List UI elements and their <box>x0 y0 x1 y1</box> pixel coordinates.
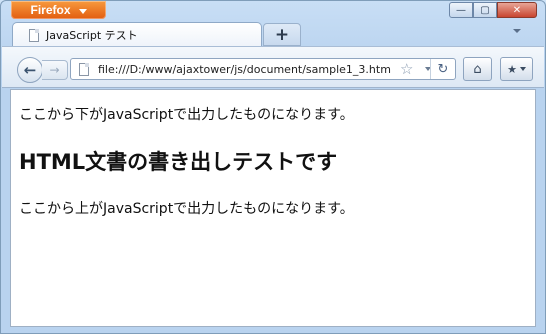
chevron-down-icon <box>519 67 526 71</box>
bookmarks-icon: ★ <box>507 62 517 76</box>
bookmarks-menu-button[interactable]: ★ <box>500 57 533 81</box>
bookmark-star-icon[interactable]: ☆ <box>400 60 413 78</box>
reload-button[interactable]: ↻ <box>430 59 455 79</box>
maximize-button[interactable]: ▢ <box>473 2 497 18</box>
tab-javascript-test[interactable]: JavaScript テスト <box>12 22 262 47</box>
tab-list-chevron-icon[interactable] <box>513 29 521 33</box>
plus-icon: + <box>274 24 290 45</box>
back-button[interactable]: ← <box>17 57 43 83</box>
maximize-icon: ▢ <box>480 4 490 16</box>
output-line-before: ここから下がJavaScriptで出力したものになります。 <box>19 107 354 123</box>
page-heading: HTML文書の書き出しテストです <box>19 150 338 174</box>
url-text[interactable]: file:///D:/www/ajaxtower/js/document/sam… <box>98 63 398 76</box>
url-bar[interactable]: file:///D:/www/ajaxtower/js/document/sam… <box>70 58 456 80</box>
forward-button[interactable]: → <box>42 60 68 80</box>
page-content: ここから下がJavaScriptで出力したものになります。 HTML文書の書き出… <box>10 89 536 327</box>
reload-icon: ↻ <box>437 61 449 77</box>
minimize-icon: — <box>456 4 466 16</box>
close-button[interactable]: ✕ <box>497 2 537 18</box>
tab-label: JavaScript テスト <box>46 29 138 42</box>
close-icon: ✕ <box>512 4 522 16</box>
browser-window: Firefox — ▢ ✕ JavaScript テスト + ← → file:… <box>0 0 546 334</box>
new-tab-button[interactable]: + <box>263 23 301 46</box>
output-line-after: ここから上がJavaScriptで出力したものになります。 <box>19 201 354 217</box>
site-identity-icon <box>79 62 89 76</box>
home-button[interactable]: ⌂ <box>463 57 492 81</box>
page-icon <box>29 28 39 42</box>
chevron-down-icon <box>78 8 87 14</box>
firefox-menu-button[interactable]: Firefox <box>11 1 106 19</box>
window-controls: — ▢ ✕ <box>449 2 537 18</box>
navigation-toolbar: ← → file:///D:/www/ajaxtower/js/document… <box>2 46 544 88</box>
back-arrow-icon: ← <box>23 61 37 79</box>
home-icon: ⌂ <box>473 61 482 77</box>
forward-arrow-icon: → <box>49 63 60 77</box>
firefox-menu-label: Firefox <box>30 3 71 17</box>
minimize-button[interactable]: — <box>449 2 473 18</box>
